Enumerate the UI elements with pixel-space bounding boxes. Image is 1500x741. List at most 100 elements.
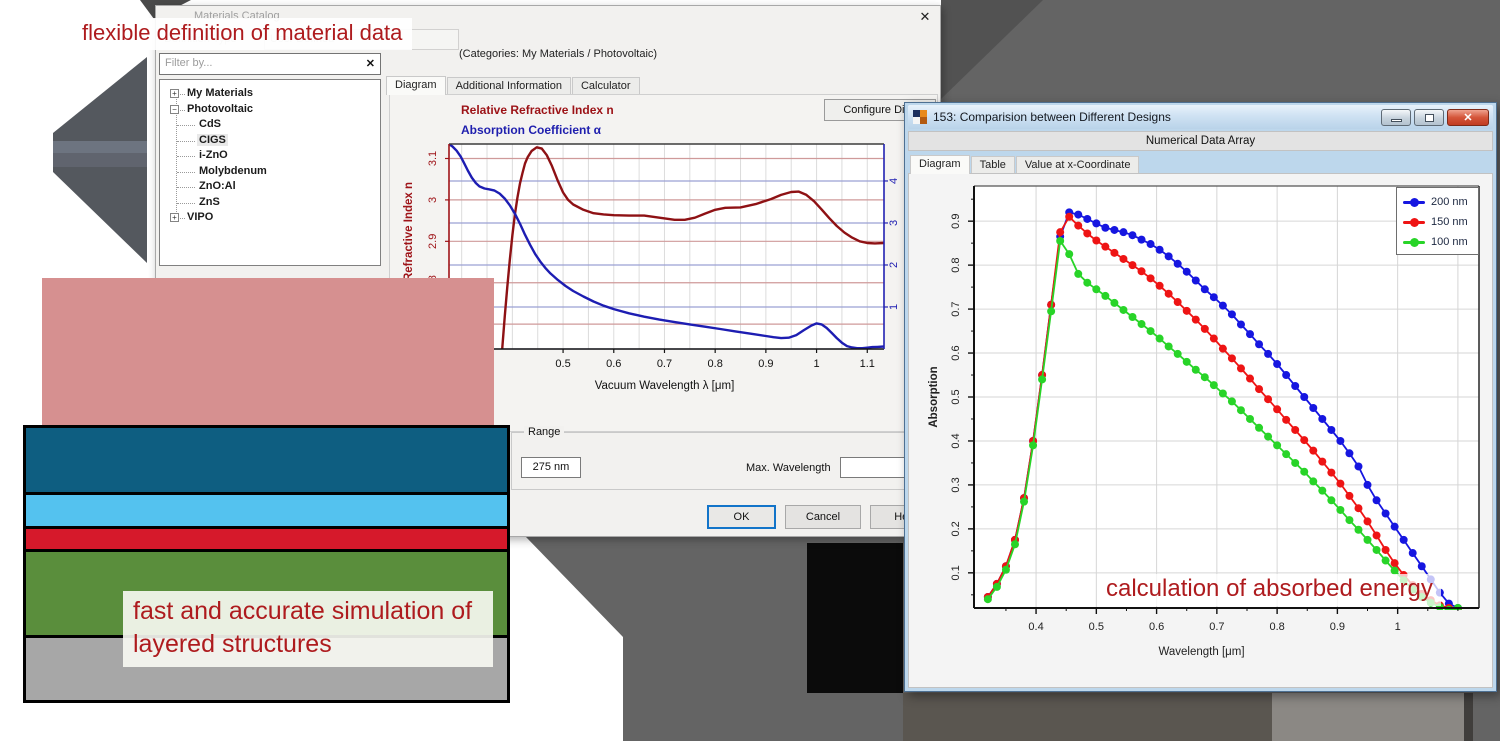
tree-item-my-materials[interactable]: + My Materials <box>160 86 380 102</box>
close-icon[interactable]: ✕ <box>916 8 934 26</box>
tree-branch-line <box>177 125 195 126</box>
svg-text:0.6: 0.6 <box>1149 621 1164 633</box>
tree-item-molybdenum[interactable]: Molybdenum <box>160 164 380 180</box>
expand-icon[interactable]: + <box>170 89 179 98</box>
svg-text:0.9: 0.9 <box>950 214 962 229</box>
annotation-absorbed-energy: calculation of absorbed energy <box>1098 574 1441 606</box>
background-arrow-band-1 <box>53 141 147 153</box>
maximize-button[interactable] <box>1414 109 1444 126</box>
svg-text:3: 3 <box>427 197 439 203</box>
svg-text:3.1: 3.1 <box>427 151 439 166</box>
window-tab-bar: DiagramTableValue at x-Coordinate <box>910 153 1140 174</box>
legend-marker-icon <box>1403 201 1425 204</box>
svg-text:0.5: 0.5 <box>555 358 570 370</box>
svg-text:0.1: 0.1 <box>950 565 962 580</box>
svg-text:0.3: 0.3 <box>950 477 962 492</box>
cancel-button[interactable]: Cancel <box>785 505 861 529</box>
svg-text:0.2: 0.2 <box>950 521 962 536</box>
tree-item-label[interactable]: CdS <box>197 118 223 130</box>
svg-text:0.8: 0.8 <box>708 358 723 370</box>
layer-2 <box>23 492 510 529</box>
max-wavelength-label: Max. Wavelength <box>746 462 831 474</box>
legend-marker-icon <box>1403 241 1425 244</box>
svg-text:0.9: 0.9 <box>758 358 773 370</box>
categories-note: (Categories: My Materials / Photovoltaic… <box>459 48 657 60</box>
tree-item-label[interactable]: ZnS <box>197 196 222 208</box>
range-groupbox: Range 275 nm Max. Wavelength 1.12 <box>511 432 936 490</box>
window-subtitle: Numerical Data Array <box>908 131 1493 151</box>
svg-text:0.8: 0.8 <box>950 257 962 272</box>
svg-text:1: 1 <box>814 358 820 370</box>
tree-item-label[interactable]: i-ZnO <box>197 149 230 161</box>
svg-text:0.8: 0.8 <box>1269 621 1284 633</box>
tree-item-vipo[interactable]: + VIPO <box>160 210 380 226</box>
window-titlebar[interactable]: 153: Comparision between Different Desig… <box>908 105 1493 129</box>
tab-table[interactable]: Table <box>971 156 1015 174</box>
tree-item-label[interactable]: Photovoltaic <box>185 103 255 115</box>
tree-item-zno-al[interactable]: ZnO:Al <box>160 179 380 195</box>
annotation-fast-line2: layered structures <box>133 630 332 658</box>
tree-branch-line <box>177 172 195 173</box>
legend-item-200-nm: 200 nm <box>1403 192 1478 212</box>
tree-item-label[interactable]: VIPO <box>185 211 215 223</box>
svg-text:1.1: 1.1 <box>860 358 875 370</box>
y-axis-label: Absorption <box>928 366 940 427</box>
tab-additional-information[interactable]: Additional Information <box>447 77 571 95</box>
background-bottom-strip-light <box>1272 693 1464 741</box>
expand-icon[interactable]: + <box>170 213 179 222</box>
legend-marker-icon <box>1403 221 1425 224</box>
svg-text:2: 2 <box>888 262 900 268</box>
svg-text:0.5: 0.5 <box>950 389 962 404</box>
x-axis-label: Vacuum Wavelength λ [μm] <box>595 380 735 392</box>
background-arrow-band-2 <box>53 153 147 167</box>
chart-title-refractive-index: Relative Refractive Index n <box>461 103 614 117</box>
tab-diagram[interactable]: Diagram <box>910 155 970 174</box>
tree-item-zns[interactable]: ZnS <box>160 195 380 211</box>
tree-branch-line <box>177 141 195 142</box>
tree-item-cigs[interactable]: CIGS <box>160 133 380 149</box>
tree-item-label[interactable]: ZnO:Al <box>197 180 238 192</box>
background-bottom-strip-dark <box>903 693 1272 741</box>
stage: Materials Catalog ✕ Definition Type User… <box>0 0 1500 741</box>
tree-item-label[interactable]: My Materials <box>185 87 255 99</box>
svg-text:3: 3 <box>888 220 900 226</box>
filter-placeholder: Filter by... <box>165 57 212 69</box>
tab-value-at-x-coordinate[interactable]: Value at x-Coordinate <box>1016 156 1140 174</box>
svg-text:0.5: 0.5 <box>1089 621 1104 633</box>
tab-diagram[interactable]: Diagram <box>386 76 446 95</box>
minimize-button[interactable] <box>1381 109 1411 126</box>
annotation-fast-simulation: fast and accurate simulation of layered … <box>123 591 493 667</box>
close-button[interactable]: ✕ <box>1447 109 1489 126</box>
filter-input[interactable]: Filter by... ✕ <box>159 53 381 75</box>
min-wavelength-field[interactable]: 275 nm <box>521 457 581 478</box>
x-axis-label: Wavelength [μm] <box>1158 646 1244 658</box>
tree-item-photovoltaic[interactable]: −Photovoltaic <box>160 102 380 118</box>
window-title: 153: Comparision between Different Desig… <box>933 110 1378 124</box>
tree-item-label[interactable]: CIGS <box>197 134 228 146</box>
dialog-tab-bar: DiagramAdditional InformationCalculator <box>386 76 641 95</box>
legend-label: 150 nm <box>1431 216 1468 228</box>
tab-calculator[interactable]: Calculator <box>572 77 640 95</box>
svg-text:1: 1 <box>1395 621 1401 633</box>
tree-branch-line <box>177 187 195 188</box>
svg-text:0.7: 0.7 <box>1209 621 1224 633</box>
tree-item-cds[interactable]: CdS <box>160 117 380 133</box>
tree-branch-line <box>177 203 195 204</box>
tree-item-label[interactable]: Molybdenum <box>197 165 269 177</box>
incident-medium-block <box>42 278 494 426</box>
background-black-rect <box>807 543 903 693</box>
ok-button[interactable]: OK <box>707 505 776 529</box>
layer-1 <box>23 425 510 495</box>
legend-label: 100 nm <box>1431 236 1468 248</box>
collapse-icon[interactable]: − <box>170 105 179 114</box>
svg-text:0.6: 0.6 <box>606 358 621 370</box>
legend-item-100-nm: 100 nm <box>1403 232 1478 252</box>
svg-text:0.9: 0.9 <box>1330 621 1345 633</box>
background-bottom-strip-edge <box>1464 693 1473 741</box>
svg-text:1: 1 <box>888 304 900 310</box>
annotation-flexible-definition: flexible definition of material data <box>70 18 412 50</box>
svg-text:0.7: 0.7 <box>950 301 962 316</box>
tree-item-i-zno[interactable]: i-ZnO <box>160 148 380 164</box>
svg-text:0.4: 0.4 <box>1028 621 1043 633</box>
filter-clear-icon[interactable]: ✕ <box>366 57 375 70</box>
